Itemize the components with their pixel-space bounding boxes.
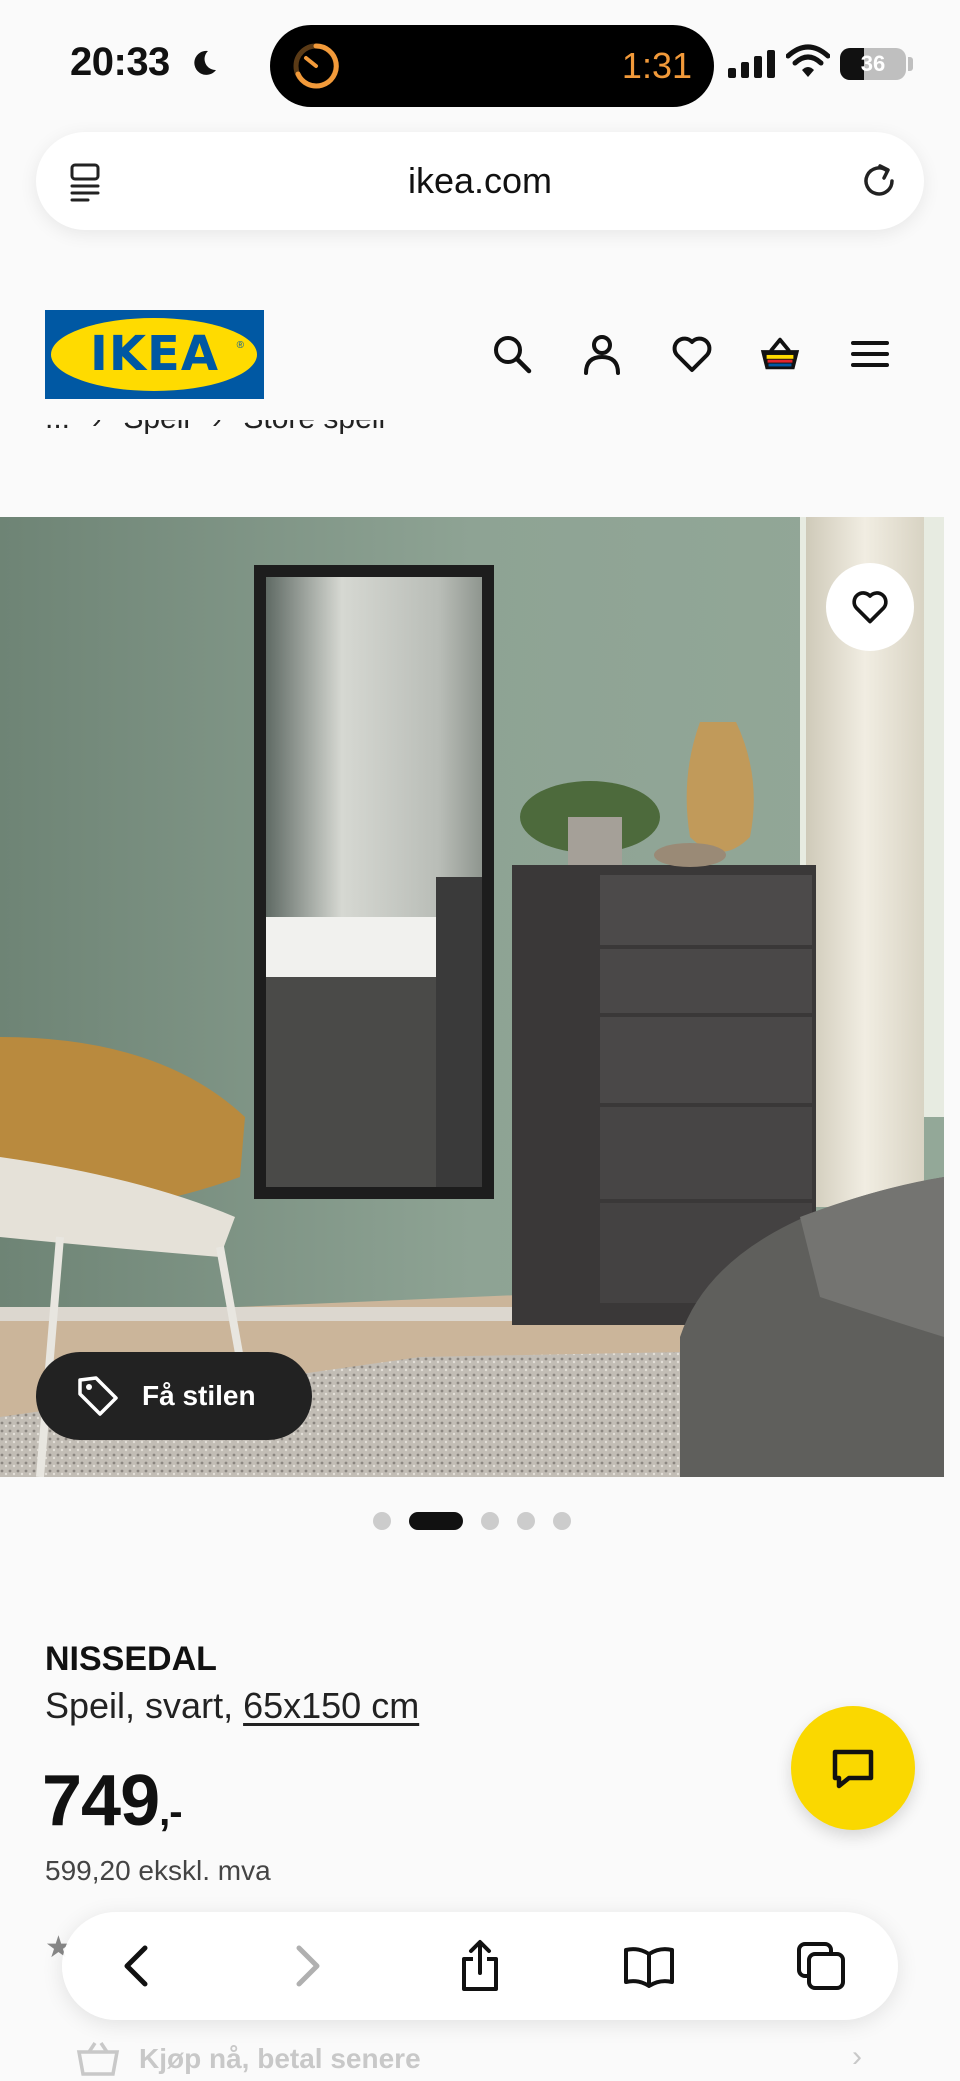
bookmarks-button[interactable] [622,1939,676,1993]
url-text[interactable]: ikea.com [36,160,924,202]
gallery-dot[interactable] [481,1512,499,1530]
gallery-pagination[interactable] [0,1512,944,1530]
pay-later-row[interactable]: Kjøp nå, betal senere [75,2040,421,2078]
cellular-signal-icon [728,48,775,78]
get-the-style-button[interactable]: Få stilen [36,1352,312,1440]
product-type: Speil, svart, [45,1685,244,1726]
heart-icon [852,591,888,624]
reload-icon[interactable] [856,158,902,204]
status-clock: 20:33 [70,40,170,84]
chevron-right-icon: › [212,420,221,435]
activity-timer: 1:31 [621,45,692,86]
cart-icon[interactable] [758,332,802,376]
product-description: Speil, svart, 65x150 cm [45,1685,419,1727]
breadcrumb-item[interactable]: Store speil [243,420,385,436]
product-photo [0,517,944,1477]
moon-icon [194,50,216,75]
ikea-logo[interactable]: IKEA ® [45,310,264,399]
add-to-favourites-button[interactable] [826,563,914,651]
tabs-icon [797,1942,845,1990]
back-icon [124,1945,148,1987]
profile-icon[interactable] [580,332,624,376]
product-name: NISSEDAL [45,1640,217,1678]
gallery-dot[interactable] [373,1512,391,1530]
tabs-button[interactable] [794,1939,848,1993]
bookmarks-icon [624,1947,674,1988]
status-bar: 20:33 1:31 36 [0,0,960,124]
browser-toolbar [62,1912,898,2020]
back-button[interactable] [110,1939,164,1993]
chevron-right-icon: › [92,420,101,435]
menu-icon[interactable] [848,332,892,376]
dynamic-island[interactable]: 1:31 [270,25,714,107]
chevron-right-icon: › [852,2040,862,2073]
pay-later-label: Kjøp nå, betal senere [139,2043,421,2074]
gallery-dot[interactable] [553,1512,571,1530]
heart-icon[interactable] [670,332,714,376]
battery-indicator: 36 [840,48,906,80]
product-price: 749,- [42,1760,183,1842]
share-button[interactable] [453,1939,507,1993]
breadcrumb-item[interactable]: Speil [123,420,190,436]
basket-icon [76,2042,120,2076]
battery-level: 36 [860,51,886,76]
timer-icon [293,43,339,89]
breadcrumb-item[interactable]: ... [45,420,70,436]
product-image[interactable] [0,517,944,1477]
search-icon[interactable] [490,332,534,376]
gallery-dot[interactable] [409,1512,463,1530]
get-the-style-label: Få stilen [142,1380,256,1411]
price-suffix: ,- [159,1790,182,1834]
wifi-icon [786,44,830,77]
gallery-dot[interactable] [517,1512,535,1530]
logo-text: IKEA [90,326,219,382]
chat-icon [832,1749,874,1789]
chat-button[interactable] [791,1706,915,1830]
breadcrumb: ... › Speil › Store speil [45,420,385,460]
forward-button[interactable] [280,1939,334,1993]
forward-icon [296,1945,320,1987]
price-value: 749 [42,1761,160,1841]
address-bar[interactable]: ikea.com [36,132,924,230]
tag-icon [78,1376,118,1416]
battery-tip [908,57,913,71]
share-icon [462,1940,498,1991]
price-excl-vat: 599,20 ekskl. mva [45,1855,271,1886]
size-link[interactable]: 65x150 cm [243,1685,419,1726]
